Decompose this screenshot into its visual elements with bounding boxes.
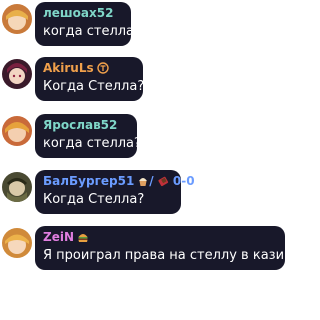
message-bubble: лешоах52 когда стелла	[35, 2, 135, 46]
author-name[interactable]: AkiruLs	[43, 61, 94, 75]
message-text: когда стелла?	[43, 136, 141, 151]
avatar[interactable]	[2, 228, 32, 258]
message-text: Когда Стелла?	[43, 79, 145, 94]
badge-separator: /	[149, 174, 154, 188]
author-name[interactable]: лешоах52	[43, 6, 123, 21]
author-line: БалБургер51 / 0-0	[43, 174, 195, 189]
award-medal-icon	[96, 62, 109, 74]
chat-feed: лешоах52 когда стелла AkiruLs Когда Стел…	[0, 0, 301, 320]
avatar-icon	[2, 228, 32, 258]
author-line: AkiruLs	[43, 61, 135, 76]
author-name[interactable]: ZeiN	[43, 230, 74, 244]
avatar[interactable]	[2, 4, 32, 34]
chocolate-emoji-icon	[157, 175, 169, 187]
avatar-icon	[2, 4, 32, 34]
avatar-icon	[2, 172, 32, 202]
message-bubble: Ярослав52 когда стелла?	[35, 114, 141, 158]
message-text: Когда Стелла?	[43, 192, 145, 207]
avatar[interactable]	[2, 59, 32, 89]
message-bubble: БалБургер51 / 0-0 Когда Стелла?	[35, 170, 195, 214]
author-name[interactable]: БалБургер51	[43, 174, 134, 188]
message-bubble: ZeiN Я проиграл права на стеллу в казино	[35, 226, 301, 270]
avatar[interactable]	[2, 172, 32, 202]
message-bubble: AkiruLs Когда Стелла?	[35, 57, 145, 101]
author-name[interactable]: Ярослав52	[43, 118, 129, 133]
message-text: Я проиграл права на стеллу в казино	[43, 248, 301, 263]
avatar-icon	[2, 59, 32, 89]
score-label: 0-0	[172, 174, 195, 188]
author-line: ZeiN	[43, 230, 277, 245]
burger-emoji-icon	[77, 231, 89, 243]
cupcake-emoji-icon	[137, 175, 149, 187]
message-text: когда стелла	[43, 24, 135, 39]
avatar[interactable]	[2, 116, 32, 146]
avatar-icon	[2, 116, 32, 146]
